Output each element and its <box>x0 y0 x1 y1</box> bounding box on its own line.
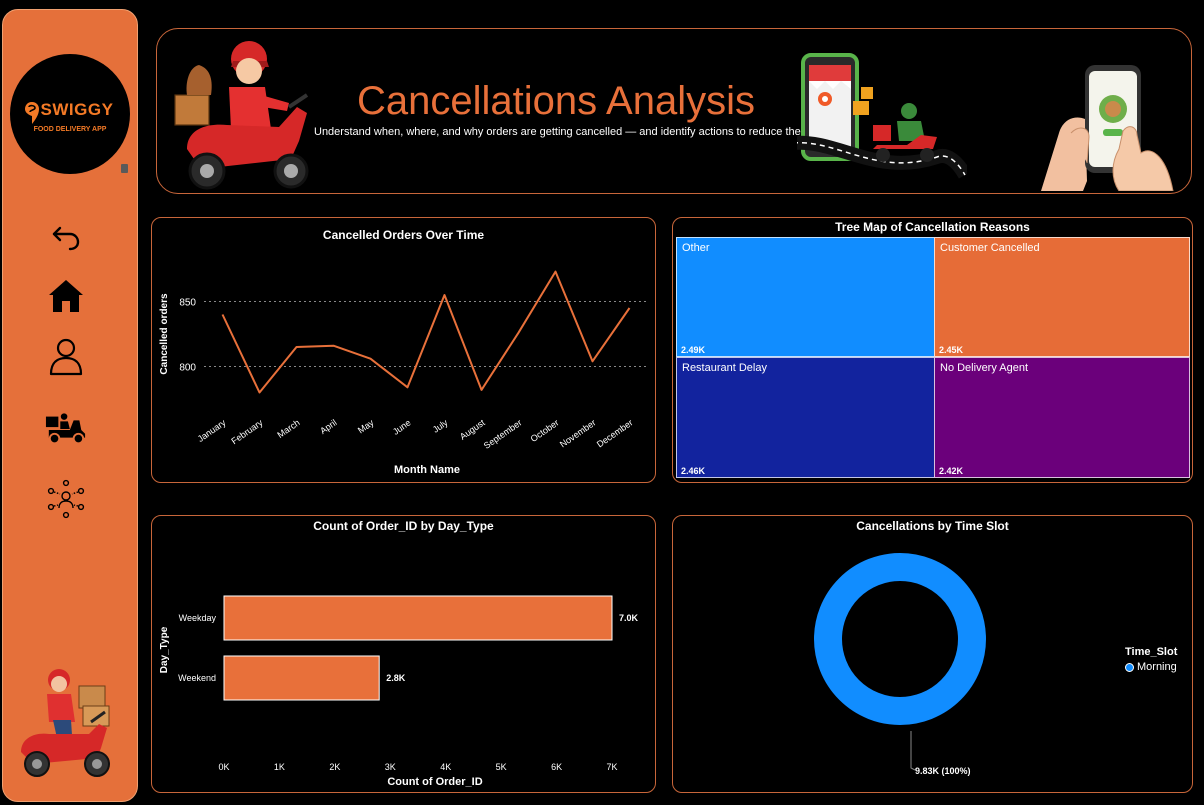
donut-chart-canvas: 9.83K (100%) <box>814 553 986 776</box>
x-tick-label: 1K <box>274 762 285 772</box>
page-subtitle: Understand when, where, and why orders a… <box>314 126 810 138</box>
donut-data-label: 9.83K (100%) <box>915 766 971 776</box>
treemap-cell-label: Restaurant Delay <box>682 362 767 374</box>
header-banner: Cancellations Analysis Understand when, … <box>156 28 1192 194</box>
chart-title: Tree Map of Cancellation Reasons <box>835 220 1030 234</box>
phone-map-delivery-illustration <box>797 53 967 179</box>
delivery-scooter-icon[interactable] <box>45 408 87 450</box>
cancelled-orders-over-time-chart: Cancelled Orders Over Time Cancelled ord… <box>151 217 656 483</box>
x-tick-label: July <box>431 417 450 435</box>
bar-weekend[interactable] <box>223 655 380 701</box>
x-tick-label: December <box>595 417 635 449</box>
treemap-cell-value: 2.46K <box>681 466 706 476</box>
order-count-by-day-type-chart: Count of Order_ID by Day_Type Day_Type C… <box>151 515 656 793</box>
bar-data-label: 7.0K <box>619 613 639 623</box>
bar-data-label: 2.8K <box>386 673 406 683</box>
data-label-leader-line <box>910 731 916 771</box>
x-tick-label: November <box>558 417 598 449</box>
page-title: Cancellations Analysis <box>357 79 755 123</box>
swiggy-logo: SWIGGY FOOD DELIVERY APP <box>10 54 130 174</box>
time-slot-legend: Time_Slot Morning <box>1125 646 1177 673</box>
logo-tagline: FOOD DELIVERY APP <box>33 126 107 133</box>
legend-item-label: Morning <box>1137 661 1177 673</box>
network-people-icon[interactable] <box>45 478 87 520</box>
delivery-rider-illustration <box>21 669 110 777</box>
x-tick-label: February <box>229 417 265 446</box>
x-tick-label: 7K <box>606 762 617 772</box>
treemap-cell-no-delivery-agent[interactable]: No Delivery Agent 2.42K <box>934 357 1190 478</box>
treemap-cell-value: 2.45K <box>939 345 964 355</box>
x-tick-label: August <box>458 417 487 442</box>
series-line <box>221 270 631 394</box>
small-square-icon <box>121 164 128 173</box>
logo-wordmark: SWIGGY <box>40 100 114 119</box>
y-tick-label: 850 <box>179 298 196 309</box>
x-axis-label: Month Name <box>394 464 460 476</box>
back-arrow-icon[interactable] <box>45 215 87 257</box>
y-axis-label: Day_Type <box>159 626 170 673</box>
x-tick-label: January <box>196 417 228 444</box>
x-tick-label: March <box>275 417 301 440</box>
bar-weekday[interactable] <box>223 595 613 641</box>
donut-slice-morning[interactable] <box>814 553 986 725</box>
home-icon[interactable] <box>45 275 87 317</box>
x-axis-label: Count of Order_ID <box>387 776 482 788</box>
cancellation-reasons-treemap: Tree Map of Cancellation Reasons Other 2… <box>672 217 1193 483</box>
x-tick-label: October <box>529 417 561 444</box>
x-tick-label: 5K <box>496 762 507 772</box>
person-icon[interactable] <box>45 335 87 377</box>
scooter-rider-illustration <box>174 41 309 190</box>
x-tick-label: 6K <box>551 762 562 772</box>
hand-holding-phone-illustration <box>1041 65 1174 191</box>
treemap-cell-customer-cancelled[interactable]: Customer Cancelled 2.45K <box>934 237 1190 357</box>
bar-chart-canvas: Day_Type Count of Order_ID Weekday Weeken… <box>159 595 639 788</box>
y-axis-label: Cancelled orders <box>159 293 170 375</box>
line-chart-canvas: Cancelled orders Month Name 800 850 Janua… <box>159 270 648 476</box>
treemap-cell-label: No Delivery Agent <box>940 362 1029 374</box>
y-tick-label: 800 <box>179 363 196 374</box>
x-tick-label: June <box>391 417 413 436</box>
sidebar: SWIGGY FOOD DELIVERY APP <box>2 9 138 802</box>
treemap-cell-other[interactable]: Other 2.49K <box>676 237 935 357</box>
x-tick-label: September <box>482 417 524 450</box>
x-tick-label: May <box>356 417 376 435</box>
legend-title: Time_Slot <box>1125 646 1178 658</box>
treemap-cell-value: 2.42K <box>939 466 964 476</box>
legend-item-morning[interactable]: Morning <box>1125 661 1177 673</box>
y-category-label: Weekend <box>178 673 216 683</box>
x-tick-label: 0K <box>218 762 229 772</box>
treemap-cell-restaurant-delay[interactable]: Restaurant Delay 2.46K <box>676 357 935 478</box>
y-category-label: Weekday <box>179 613 217 623</box>
cancellations-by-time-slot-chart: Cancellations by Time Slot 9.83K (100%) … <box>672 515 1193 793</box>
x-tick-label: 2K <box>329 762 340 772</box>
x-tick-label: 3K <box>385 762 396 772</box>
treemap-cell-value: 2.49K <box>681 345 706 355</box>
x-tick-label: 4K <box>440 762 451 772</box>
treemap-cell-label: Other <box>682 242 710 254</box>
treemap-cell-label: Customer Cancelled <box>940 242 1040 254</box>
x-tick-label: April <box>318 417 338 436</box>
legend-swatch <box>1125 662 1134 672</box>
